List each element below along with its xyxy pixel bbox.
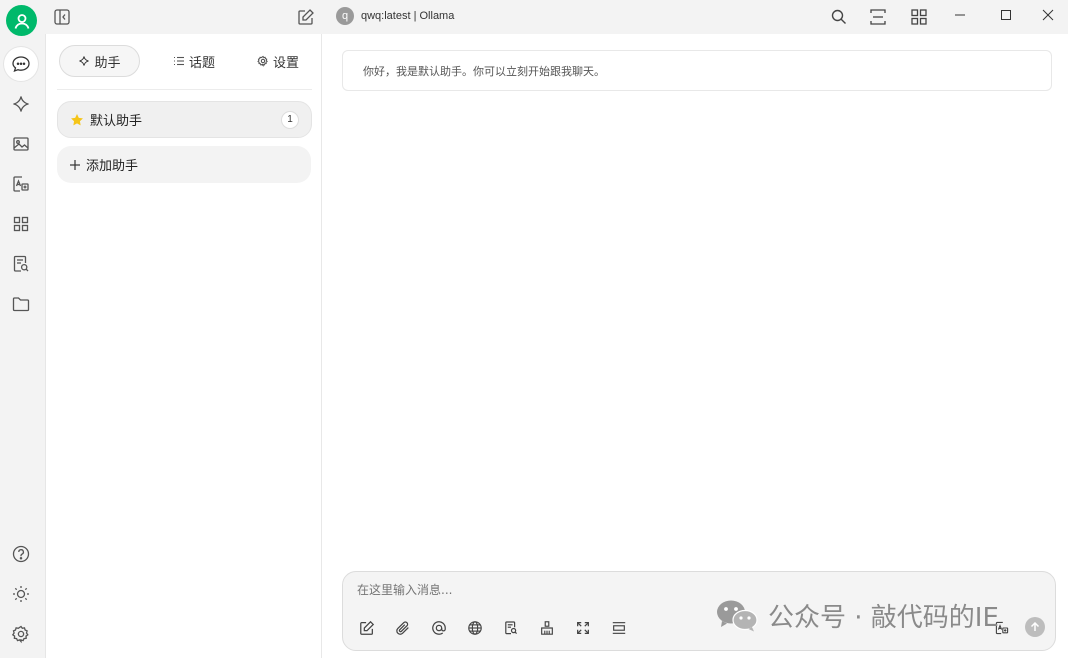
expand-icon[interactable] [572,617,594,639]
arrow-up-icon [1030,622,1040,631]
new-topic-icon[interactable] [356,617,378,639]
greeting-text: 你好，我是默认助手。你可以立刻开始跟我聊天。 [363,64,605,78]
settings-gear-icon[interactable] [4,617,38,651]
toggle-sidebar-icon[interactable] [50,5,74,29]
translate-icon[interactable] [4,167,38,201]
message-input[interactable] [357,583,857,597]
model-avatar: q [336,7,354,25]
help-icon[interactable] [4,537,38,571]
maximize-button[interactable] [983,0,1029,30]
new-context-icon[interactable] [608,617,630,639]
send-button[interactable] [1025,617,1045,637]
assistant-greeting-message: 你好，我是默认助手。你可以立刻开始跟我聊天。 [342,50,1052,91]
tab-assistants[interactable]: 助手 [59,45,140,77]
gear-icon [257,55,268,67]
web-search-globe-icon[interactable] [464,617,486,639]
sparkle-icon [79,56,90,66]
wechat-logo-icon [717,600,758,632]
list-icon [174,56,184,66]
add-assistant-label: 添加助手 [86,159,139,174]
plus-icon [70,159,80,170]
minimize-button[interactable] [937,0,983,30]
clear-context-broom-icon[interactable] [536,617,558,639]
nav-rail [0,5,46,658]
apps-grid-icon[interactable] [907,5,931,29]
assistant-panel: 助手 话题 设置 默认助手 1 添加助手 [47,34,322,658]
chat-nav-icon[interactable] [4,47,38,81]
theme-sun-icon[interactable] [4,577,38,611]
knowledge-search-icon[interactable] [4,247,38,281]
tab-settings[interactable]: 设置 [247,45,309,77]
tab-topics-label: 话题 [189,55,216,71]
folder-icon[interactable] [4,287,38,321]
knowledge-base-icon[interactable] [500,617,522,639]
watermark: 公众号 · 敲代码的IE [716,596,999,634]
user-avatar[interactable] [6,5,37,36]
tab-topics[interactable]: 话题 [163,45,225,77]
chat-area: 你好，我是默认助手。你可以立刻开始跟我聊天。 [322,34,1068,658]
watermark-text: 公众号 · 敲代码的IE [768,602,999,633]
panel-tabs: 助手 话题 设置 [57,34,312,90]
tab-assistants-label: 助手 [94,55,121,71]
search-icon[interactable] [827,5,851,29]
narrow-mode-icon[interactable] [866,5,890,29]
model-name: qwq:latest | Ollama [361,10,455,22]
attachment-icon[interactable] [392,617,414,639]
mention-model-icon[interactable] [428,617,450,639]
tab-settings-label: 设置 [273,55,300,71]
mini-apps-icon[interactable] [4,207,38,241]
image-icon[interactable] [4,127,38,161]
add-assistant-button[interactable]: 添加助手 [57,146,311,183]
star-icon [71,113,83,125]
new-chat-icon[interactable] [294,5,318,29]
assistant-item-default[interactable]: 默认助手 1 [57,101,312,138]
title-bar: q qwq:latest | Ollama [0,0,1068,34]
close-button[interactable] [1028,0,1068,30]
topic-count-badge: 1 [281,110,299,129]
assistant-name: 默认助手 [90,114,143,129]
sparkle-agents-icon[interactable] [4,87,38,121]
model-selector[interactable]: q qwq:latest | Ollama [336,6,454,26]
